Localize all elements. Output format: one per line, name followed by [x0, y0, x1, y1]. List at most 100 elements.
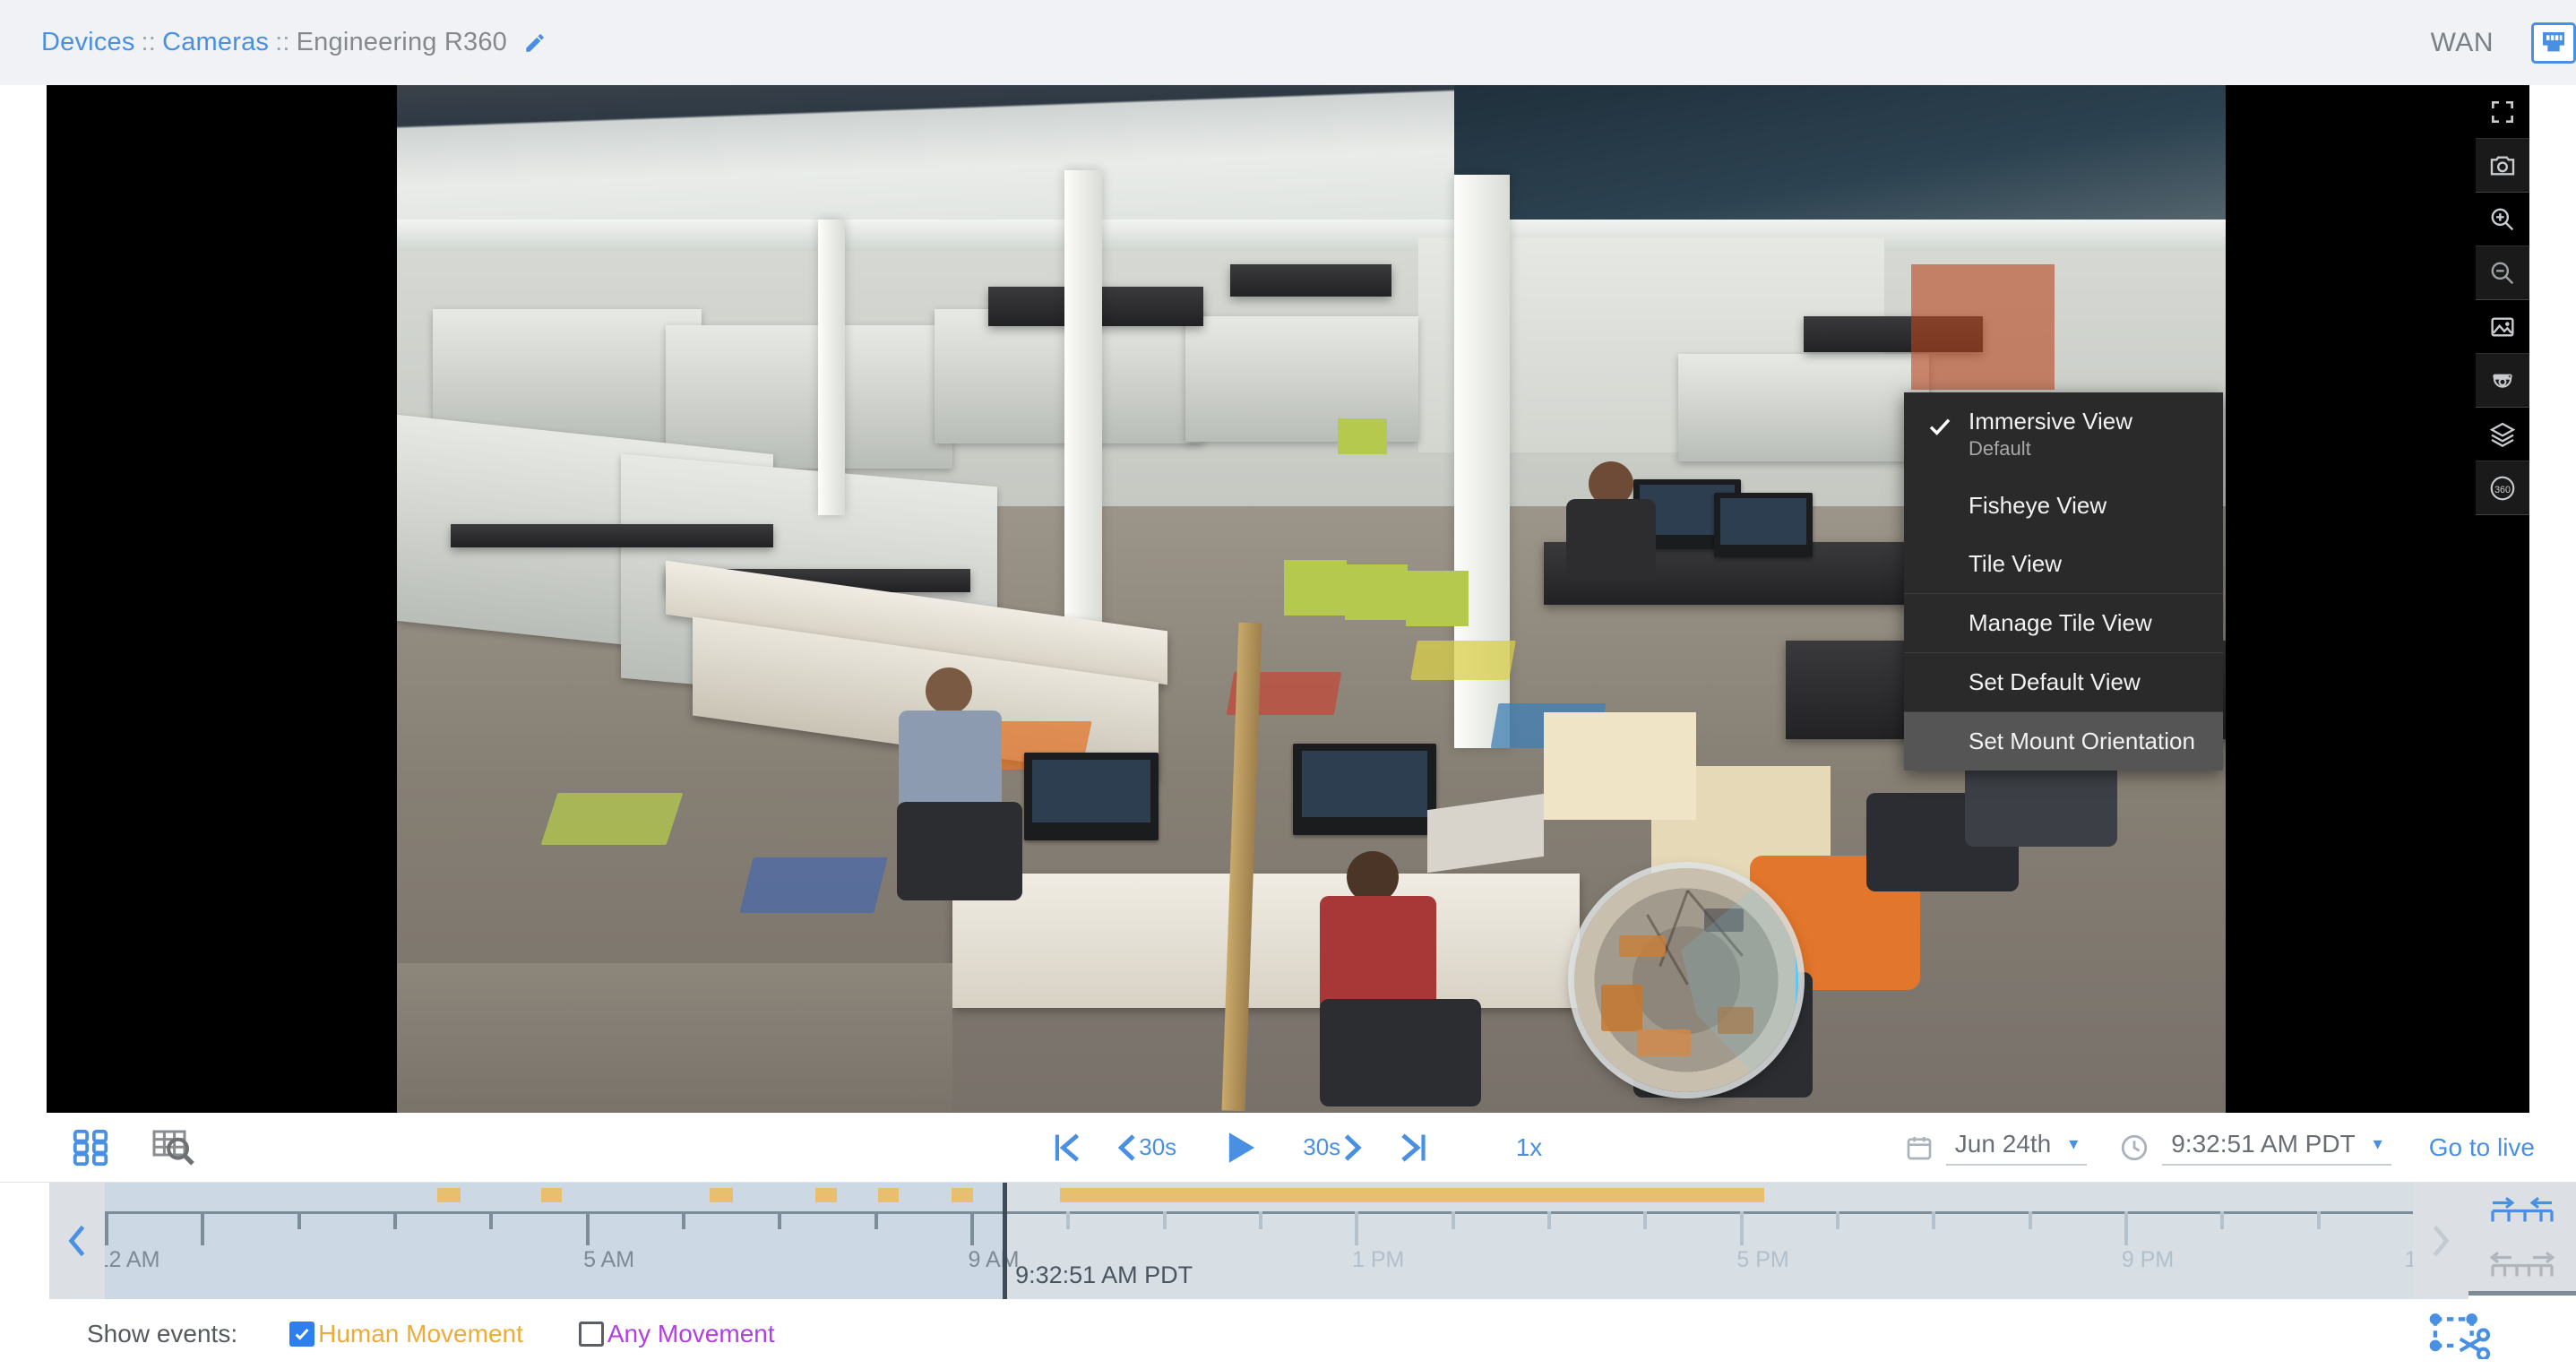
header-right-group: WAN — [2431, 22, 2576, 64]
forward-30s-label: 30s — [1303, 1133, 1341, 1160]
timeline-tick — [1932, 1211, 1936, 1229]
filter-human-movement[interactable]: Human Movement — [289, 1320, 523, 1348]
camera-toolbar: 360 — [2476, 85, 2529, 515]
menu-item-manage-tile-view[interactable]: Manage Tile View — [1904, 592, 2223, 652]
svg-text:360: 360 — [2494, 484, 2511, 495]
timeline-tick — [1739, 1211, 1744, 1245]
timeline-tick — [1355, 1211, 1359, 1245]
menu-item-set-default-view[interactable]: Set Default View — [1904, 652, 2223, 711]
filter-any-movement-label: Any Movement — [607, 1320, 775, 1347]
date-picker[interactable]: Jun 24th ▾ — [1945, 1129, 2088, 1166]
back-30s-button[interactable]: 30s — [1100, 1121, 1193, 1175]
zoom-out-icon[interactable] — [2476, 246, 2529, 300]
timeline-tick-label: 12 AM — [105, 1247, 160, 1272]
checkbox-checked-icon[interactable] — [289, 1322, 315, 1347]
date-value: Jun 24th — [1954, 1129, 2052, 1158]
fisheye-navigator[interactable] — [1574, 868, 1798, 1092]
timeline-tick — [874, 1211, 878, 1229]
playhead-time-label: 9:32:51 AM PDT — [1015, 1261, 1193, 1288]
play-button[interactable] — [1193, 1121, 1287, 1175]
timeline-zoom-out-icon[interactable] — [2468, 1239, 2576, 1296]
timeline-prev-button[interactable] — [49, 1183, 105, 1299]
menu-item-label: Fisheye View — [1969, 491, 2107, 519]
menu-item-sublabel: Default — [1969, 437, 2031, 461]
timeline-tick — [585, 1211, 590, 1245]
menu-item-tile-view[interactable]: Tile View — [1904, 535, 2223, 593]
timeline-event-marker[interactable] — [877, 1188, 900, 1202]
timeline-tick-label: 1 PM — [1351, 1247, 1405, 1272]
360-icon[interactable]: 360 — [2476, 461, 2529, 515]
timeline-event-marker[interactable] — [1060, 1188, 1765, 1202]
menu-item-label: Manage Tile View — [1969, 608, 2152, 636]
timeline-tick — [2028, 1211, 2032, 1229]
grid-search-icon[interactable] — [151, 1126, 197, 1169]
timeline-tick — [489, 1211, 494, 1229]
ethernet-port-icon[interactable] — [2531, 22, 2576, 64]
breadcrumb-devices[interactable]: Devices — [41, 28, 135, 57]
breadcrumb-separator-1: :: — [141, 28, 157, 56]
menu-item-label: Set Default View — [1969, 668, 2141, 696]
go-to-live-link[interactable]: Go to live — [2429, 1133, 2535, 1162]
timeline-tick — [2220, 1211, 2225, 1229]
timeline-event-marker[interactable] — [952, 1188, 973, 1202]
filter-human-movement-label: Human Movement — [318, 1320, 523, 1347]
breadcrumb-separator-2: :: — [275, 28, 290, 56]
menu-item-set-mount-orientation[interactable]: Set Mount Orientation — [1904, 711, 2223, 771]
time-picker[interactable]: 9:32:51 AM PDT ▾ — [2162, 1130, 2391, 1166]
chevron-down-icon: ▾ — [2069, 1134, 2079, 1154]
timeline-tick — [1451, 1211, 1455, 1229]
timeline-tick-label: 12 AM — [2404, 1247, 2413, 1272]
menu-item-label: Tile View — [1969, 549, 2063, 577]
timeline-tick — [105, 1211, 108, 1245]
snapshot-icon[interactable] — [2476, 139, 2529, 193]
menu-item-immersive-view[interactable]: Immersive View Default — [1904, 392, 2223, 477]
timeline-tick — [2316, 1211, 2321, 1229]
zoom-in-icon[interactable] — [2476, 193, 2529, 246]
menu-item-fisheye-view[interactable]: Fisheye View — [1904, 477, 2223, 535]
timeline-event-marker[interactable] — [436, 1188, 461, 1202]
network-label: WAN — [2430, 27, 2494, 57]
playback-speed-button[interactable]: 1x — [1516, 1133, 1543, 1162]
timeline-next-button[interactable] — [2413, 1183, 2468, 1299]
pencil-icon[interactable] — [523, 31, 547, 55]
timeline-tick-label: 9 PM — [2121, 1247, 2175, 1272]
timeline-tick-label: 9 AM — [968, 1247, 1020, 1272]
timeline-event-marker[interactable] — [815, 1188, 837, 1202]
timeline-tick — [297, 1211, 301, 1229]
timeline-event-marker[interactable] — [540, 1188, 563, 1202]
timeline-tick — [682, 1211, 685, 1229]
view-mode-menu: Immersive View Default Fisheye View Tile… — [1904, 392, 2223, 771]
datetime-controls: Jun 24th ▾ 9:32:51 AM PDT ▾ Go to live — [1905, 1130, 2535, 1166]
breadcrumb-current: Engineering R360 — [296, 28, 507, 56]
timeline-tick — [1547, 1211, 1551, 1229]
skip-to-start-button[interactable] — [1034, 1121, 1100, 1175]
checkbox-unchecked-icon[interactable] — [578, 1322, 604, 1347]
timeline-zoom-in-icon[interactable] — [2468, 1183, 2576, 1239]
filter-any-movement[interactable]: Any Movement — [578, 1320, 775, 1348]
timeline-tick — [1643, 1211, 1648, 1229]
fullscreen-icon[interactable] — [2476, 85, 2529, 139]
timeline-track[interactable]: 12 AM 5 AM 9 AM 1 PM 5 PM 9 PM 12 AM 9:32:51 A… — [105, 1183, 2413, 1299]
timeline-tick — [1259, 1211, 1262, 1229]
menu-item-label: Immersive View — [1969, 408, 2133, 435]
image-icon[interactable] — [2476, 300, 2529, 354]
grid-view-icon[interactable] — [70, 1127, 111, 1168]
menu-item-label: Set Mount Orientation — [1969, 728, 2195, 755]
skip-to-end-button[interactable] — [1380, 1121, 1446, 1175]
timeline-tick — [1066, 1211, 1071, 1229]
breadcrumb-cameras[interactable]: Cameras — [162, 28, 269, 57]
video-player[interactable]: 360 Immersive View Default Fisheye View … — [47, 85, 2529, 1113]
chevron-down-icon: ▾ — [2373, 1134, 2382, 1154]
playback-control-bar: 30s 30s 1x Jun 24th ▾ 9:32:51 AM PDT ▾ G… — [0, 1113, 2576, 1183]
layers-icon[interactable] — [2476, 408, 2529, 461]
forward-30s-button[interactable]: 30s — [1287, 1121, 1380, 1175]
show-events-label: Show events: — [87, 1320, 238, 1347]
time-value: 9:32:51 AM PDT — [2171, 1129, 2356, 1158]
timeline-event-marker[interactable] — [709, 1188, 733, 1202]
timeline-tick — [1162, 1211, 1167, 1229]
clip-scissors-icon[interactable] — [2424, 1309, 2491, 1361]
dome-camera-icon[interactable] — [2476, 354, 2529, 408]
checkmark-icon — [1926, 412, 1954, 441]
timeline-playhead[interactable] — [1003, 1183, 1008, 1299]
back-30s-label: 30s — [1139, 1133, 1177, 1160]
